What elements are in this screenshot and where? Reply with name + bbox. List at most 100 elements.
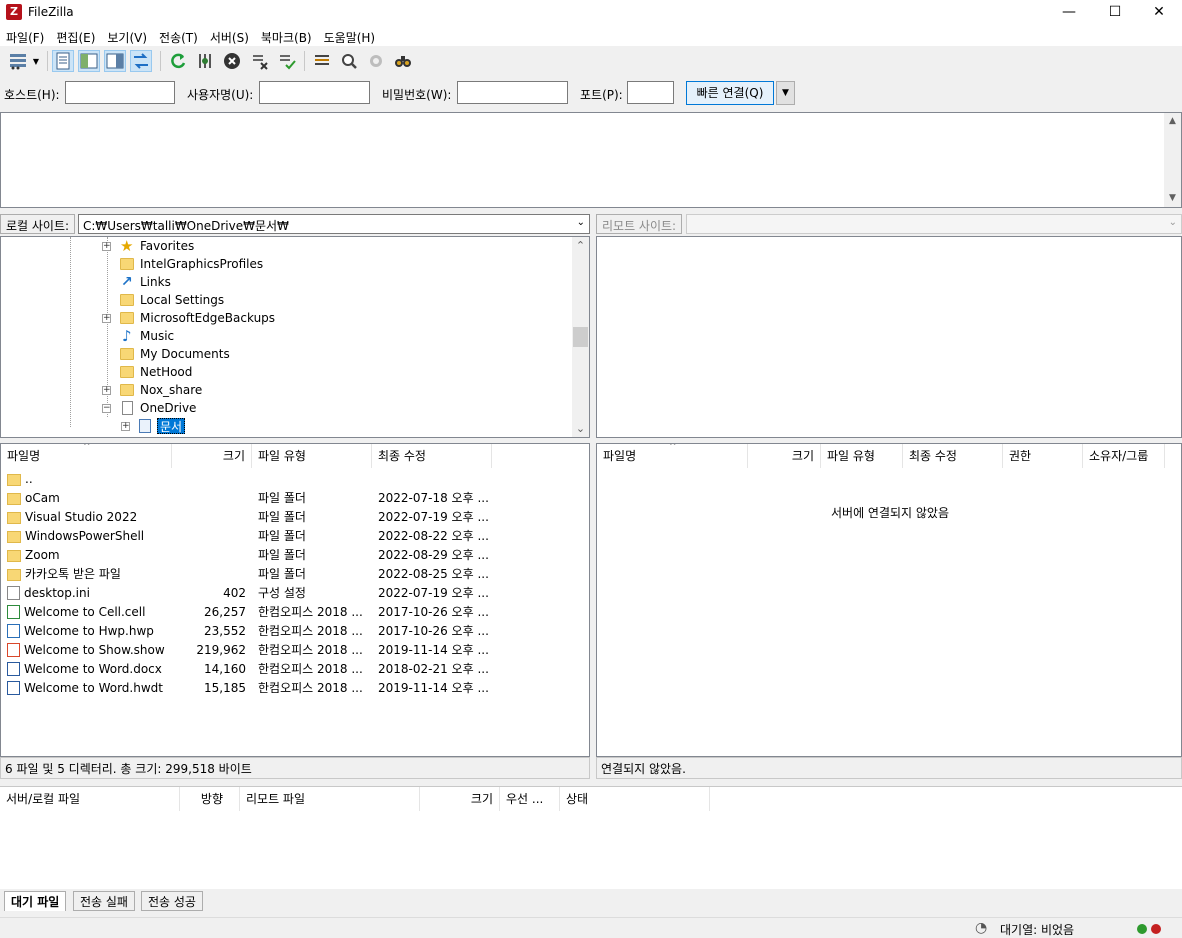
synchronized-browsing-button[interactable]: [365, 50, 387, 72]
column-header-filename[interactable]: 파일명: [1, 444, 172, 468]
maximize-button[interactable]: ☐: [1092, 0, 1138, 26]
port-input[interactable]: [627, 81, 674, 104]
close-button[interactable]: ✕: [1136, 0, 1182, 26]
file-row[interactable]: Welcome to Show.show 219,962 한컴오피스 2018 ..…: [1, 641, 589, 660]
expand-icon[interactable]: +: [102, 314, 111, 323]
search-files-button[interactable]: [392, 50, 414, 72]
file-row[interactable]: desktop.ini 402 구성 설정 2022-07-19 오후 ...: [1, 584, 589, 603]
refresh-icon: [171, 53, 186, 69]
site-manager-button[interactable]: [4, 50, 32, 72]
compare-directories-button[interactable]: [338, 50, 360, 72]
column-header-size[interactable]: 크기: [172, 444, 252, 468]
process-queue-icon: [199, 54, 211, 68]
file-row[interactable]: Welcome to Hwp.hwp 23,552 한컴오피스 2018 ... 20…: [1, 622, 589, 641]
file-type: 파일 폴더: [258, 529, 306, 543]
tab-failed-transfers[interactable]: 전송 실패: [73, 891, 135, 911]
column-header-remote-file[interactable]: 리모트 파일: [240, 787, 420, 811]
file-type: 한컴오피스 2018 ...: [258, 662, 363, 676]
chevron-down-icon: ▼: [782, 88, 789, 98]
expand-icon[interactable]: +: [102, 242, 111, 251]
column-header-server-local-file[interactable]: 서버/로컬 파일: [0, 787, 180, 811]
toggle-local-tree-button[interactable]: [78, 50, 100, 72]
message-log[interactable]: ▲ ▼: [0, 112, 1182, 208]
menu-file[interactable]: 파일(F): [0, 26, 50, 46]
scroll-up-icon[interactable]: ⌃: [572, 237, 589, 254]
menu-edit[interactable]: 편집(E): [50, 26, 101, 46]
column-header-modified[interactable]: 최종 수정: [372, 444, 492, 468]
remote-path-combo[interactable]: ⌄: [686, 214, 1182, 234]
column-header-filename[interactable]: 파일명: [597, 444, 748, 468]
scroll-up-icon[interactable]: ▲: [1164, 113, 1181, 130]
log-scrollbar[interactable]: ▲ ▼: [1164, 113, 1181, 207]
tab-queued-files[interactable]: 대기 파일: [4, 891, 67, 911]
local-directory-tree[interactable]: + ★ Favorites IntelGraphicsProfiles ↗ Li…: [0, 236, 590, 438]
menu-transfer[interactable]: 전송(T): [153, 26, 204, 46]
minimize-button[interactable]: —: [1046, 0, 1092, 26]
sync-browsing-icon: [370, 55, 382, 67]
column-header-status[interactable]: 상태: [560, 787, 710, 811]
reconnect-button[interactable]: [276, 50, 298, 72]
host-input[interactable]: [65, 81, 175, 104]
filter-icon: [315, 55, 329, 65]
local-path-combo[interactable]: C:₩Users₩talli₩OneDrive₩문서₩ ⌄: [78, 214, 590, 234]
column-header-modified[interactable]: 최종 수정: [903, 444, 1003, 468]
column-header-type[interactable]: 파일 유형: [252, 444, 372, 468]
remote-file-list[interactable]: ^ 파일명 크기 파일 유형 최종 수정 권한 소유자/그룹 서버에 연결되지 …: [596, 443, 1182, 757]
quickconnect-button[interactable]: 빠른 연결(Q): [686, 81, 774, 105]
file-name: oCam: [25, 491, 60, 505]
site-manager-dropdown[interactable]: ▼: [30, 50, 42, 72]
local-file-list[interactable]: ^ 파일명 크기 파일 유형 최종 수정 .. oCam 파일 폴더 2022-07-…: [0, 443, 590, 757]
expand-icon[interactable]: +: [121, 422, 130, 431]
file-row[interactable]: Welcome to Word.docx 14,160 한컴오피스 2018 ...…: [1, 660, 589, 679]
quickconnect-history-dropdown[interactable]: ▼: [776, 81, 795, 105]
tree-node-label: NetHood: [140, 365, 193, 379]
file-row[interactable]: Welcome to Cell.cell 26,257 한컴오피스 2018 ...…: [1, 603, 589, 622]
file-row[interactable]: WindowsPowerShell 파일 폴더 2022-08-22 오후 ...: [1, 527, 589, 546]
disconnect-button[interactable]: [249, 50, 271, 72]
file-row[interactable]: oCam 파일 폴더 2022-07-18 오후 ...: [1, 489, 589, 508]
scroll-down-icon[interactable]: ⌄: [572, 420, 589, 437]
column-header-priority[interactable]: 우선 ...: [500, 787, 560, 811]
column-header-size[interactable]: 크기: [748, 444, 821, 468]
queue-header: 서버/로컬 파일 방향 리모트 파일 크기 우선 ... 상태: [0, 787, 1182, 811]
file-row[interactable]: Zoom 파일 폴더 2022-08-29 오후 ...: [1, 546, 589, 565]
directory-listing-filter-button[interactable]: [311, 50, 333, 72]
file-row[interactable]: 카카오톡 받은 파일 파일 폴더 2022-08-25 오후 ...: [1, 565, 589, 584]
toggle-queue-button[interactable]: [130, 50, 152, 72]
column-header-owner[interactable]: 소유자/그룹: [1083, 444, 1165, 468]
file-row[interactable]: Welcome to Word.hwdt 15,185 한컴오피스 2018 ...…: [1, 679, 589, 698]
file-row[interactable]: ..: [1, 470, 589, 489]
refresh-button[interactable]: [167, 50, 189, 72]
menu-bookmarks[interactable]: 북마크(B): [255, 26, 318, 46]
word-file-icon: [7, 662, 20, 676]
collapse-icon[interactable]: −: [102, 404, 111, 413]
title-bar: Z FileZilla — ☐ ✕: [0, 0, 1182, 26]
remote-tree-icon: [106, 53, 124, 69]
expand-icon[interactable]: +: [102, 386, 111, 395]
file-size: 23,552: [204, 624, 246, 638]
scroll-thumb[interactable]: [573, 327, 588, 347]
port-label: 포트(P):: [580, 88, 623, 102]
column-header-size[interactable]: 크기: [420, 787, 500, 811]
password-input[interactable]: [457, 81, 568, 104]
local-tree-scrollbar[interactable]: ⌃ ⌄: [572, 237, 589, 437]
process-queue-button[interactable]: [194, 50, 216, 72]
column-header-permissions[interactable]: 권한: [1003, 444, 1083, 468]
file-name-cell: Welcome to Word.docx: [7, 660, 167, 679]
toggle-remote-tree-button[interactable]: [104, 50, 126, 72]
menu-help[interactable]: 도움말(H): [318, 26, 382, 46]
transfer-queue[interactable]: 서버/로컬 파일 방향 리모트 파일 크기 우선 ... 상태: [0, 786, 1182, 889]
toggle-log-button[interactable]: [52, 50, 74, 72]
tab-successful-transfers[interactable]: 전송 성공: [141, 891, 203, 911]
file-name-cell: WindowsPowerShell: [7, 527, 167, 546]
menu-view[interactable]: 보기(V): [101, 26, 153, 46]
username-input[interactable]: [259, 81, 370, 104]
file-row[interactable]: Visual Studio 2022 파일 폴더 2022-07-19 오후 ...: [1, 508, 589, 527]
menu-server[interactable]: 서버(S): [204, 26, 255, 46]
column-header-type[interactable]: 파일 유형: [821, 444, 903, 468]
scroll-down-icon[interactable]: ▼: [1164, 190, 1181, 207]
column-header-direction[interactable]: 방향: [180, 787, 240, 811]
remote-directory-tree[interactable]: [596, 236, 1182, 438]
cancel-operation-button[interactable]: [221, 50, 243, 72]
window-title: FileZilla: [28, 5, 74, 19]
